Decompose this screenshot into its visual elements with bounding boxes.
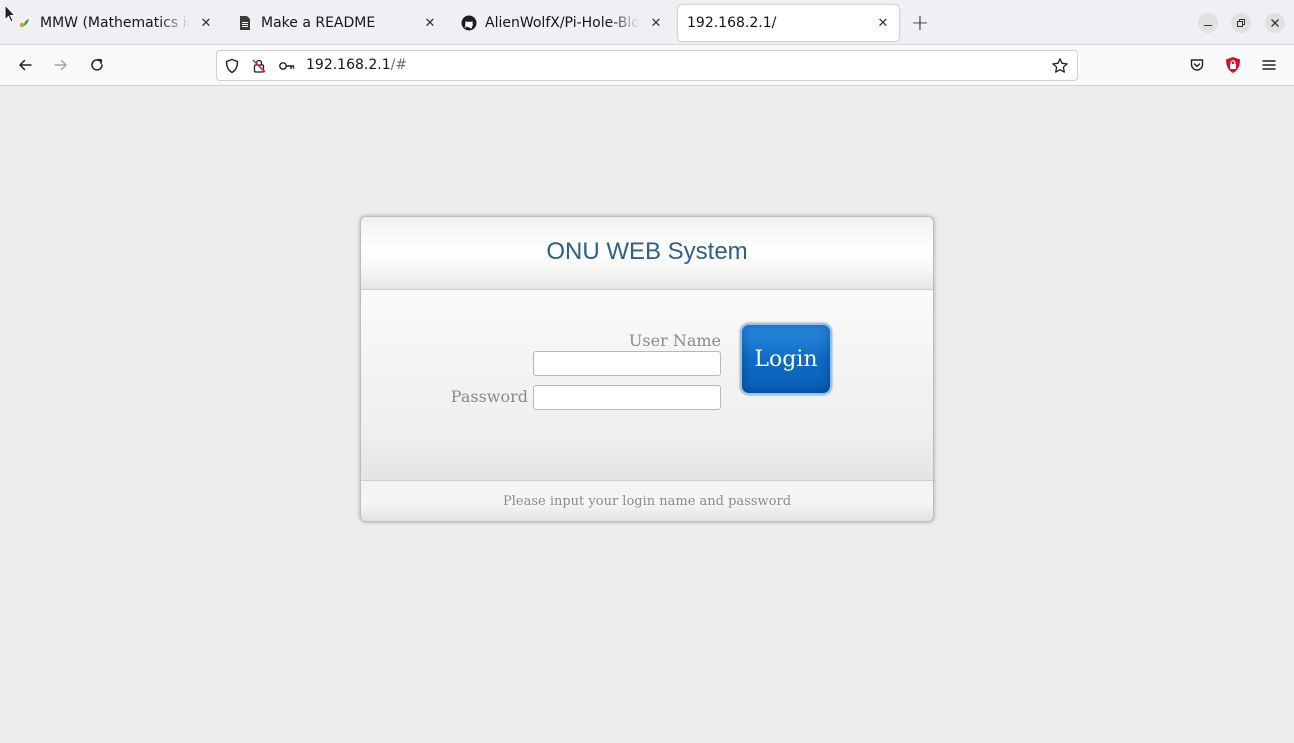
tab-label: AlienWolfX/Pi-Hole-Blocklist (485, 15, 640, 31)
url-text: 192.168.2.1/# (306, 57, 407, 73)
minimize-window-button[interactable] (1198, 13, 1218, 33)
ublock-shield-icon (1226, 57, 1240, 73)
tab-label: 192.168.2.1/ (687, 15, 777, 31)
url-host: 192.168.2.1 (306, 57, 391, 73)
page-title: ONU WEB System (546, 238, 748, 265)
new-tab-button[interactable]: + (908, 11, 932, 36)
close-tab-icon[interactable]: ✕ (198, 15, 214, 31)
login-panel-footer: Please input your login name and passwor… (361, 481, 933, 521)
document-icon (237, 15, 253, 31)
tab-pihole-blocklist[interactable]: AlienWolfX/Pi-Hole-Blocklist ✕ (449, 5, 672, 41)
url-path: /# (390, 57, 408, 73)
tab-label: MMW (Mathematics in the Modern World) (40, 15, 190, 31)
login-panel: ONU WEB System User Name Password Login … (360, 216, 934, 522)
saved-login-key-icon[interactable] (278, 57, 296, 75)
tracking-protection-shield-icon[interactable] (223, 57, 241, 75)
login-form: User Name Password Login (361, 290, 933, 481)
close-window-button[interactable] (1265, 13, 1285, 33)
navigation-toolbar: 192.168.2.1/# (0, 45, 1294, 86)
bookmark-star-icon[interactable] (1051, 57, 1069, 75)
close-tab-icon[interactable]: ✕ (648, 15, 664, 31)
pocket-button[interactable] (1185, 53, 1209, 77)
tab-strip: MMW (Mathematics in the Modern World) ✕ … (0, 0, 1294, 45)
pocket-icon (1190, 59, 1204, 71)
tab-mmw[interactable]: MMW (Mathematics in the Modern World) ✕ (4, 5, 222, 41)
tab-router-login[interactable]: 192.168.2.1/ ✕ (678, 5, 899, 41)
ublock-extension-button[interactable] (1221, 53, 1245, 77)
tab-label: Make a README (261, 15, 376, 31)
login-hint-text: Please input your login name and passwor… (502, 493, 792, 509)
leaf-favicon-icon (16, 15, 32, 31)
back-arrow-icon (19, 59, 32, 71)
app-menu-button[interactable] (1257, 53, 1281, 77)
address-bar[interactable]: 192.168.2.1/# (216, 50, 1078, 81)
insecure-lock-icon[interactable] (250, 57, 268, 75)
close-tab-icon[interactable]: ✕ (422, 15, 438, 31)
password-label: Password (450, 387, 528, 406)
login-panel-header: ONU WEB System (361, 217, 933, 290)
back-button[interactable] (13, 53, 37, 77)
close-tab-icon[interactable]: ✕ (875, 15, 891, 31)
github-icon (461, 15, 477, 31)
password-field[interactable] (533, 385, 721, 410)
restore-window-button[interactable] (1231, 13, 1251, 33)
tab-make-readme[interactable]: Make a README ✕ (225, 5, 446, 41)
hamburger-menu-icon (1262, 60, 1276, 70)
reload-icon (91, 58, 103, 71)
reload-button[interactable] (85, 53, 109, 77)
forward-arrow-icon (54, 59, 67, 71)
forward-button[interactable] (49, 53, 73, 77)
username-label: User Name (628, 331, 721, 350)
login-button[interactable]: Login (740, 323, 832, 395)
username-field[interactable] (533, 351, 721, 376)
